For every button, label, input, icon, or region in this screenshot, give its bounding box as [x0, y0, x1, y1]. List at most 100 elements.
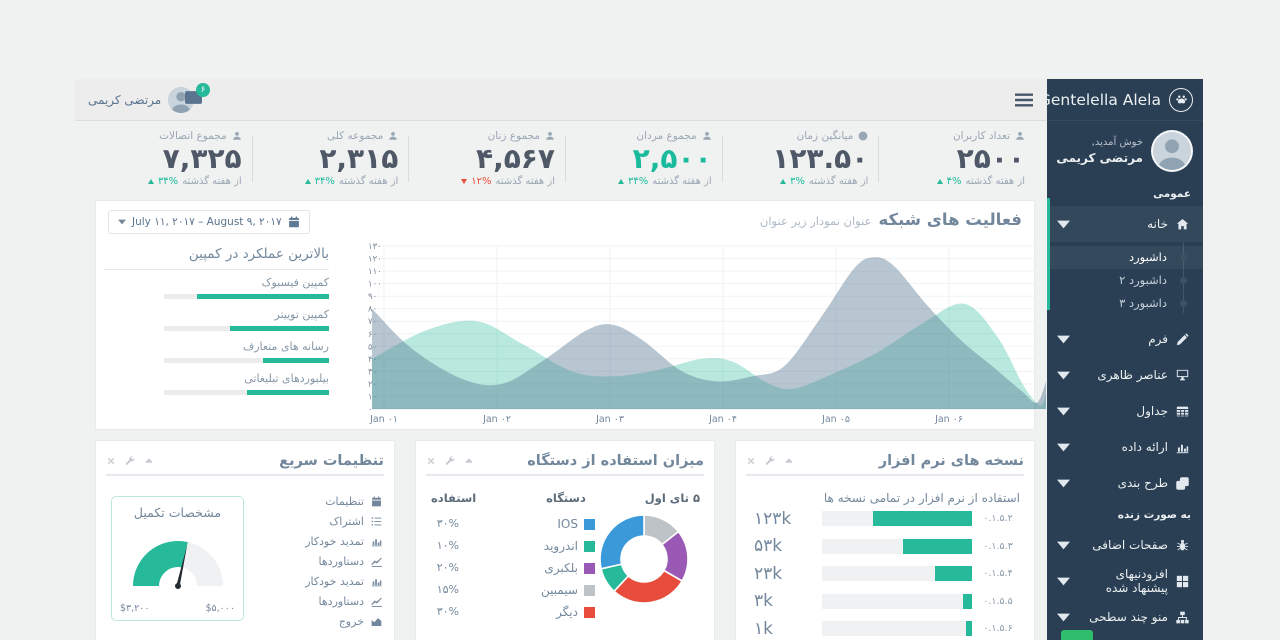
device-row: سیمبین [541, 579, 595, 601]
user-icon [702, 131, 712, 141]
settings-wrench-icon[interactable] [765, 455, 775, 466]
sidebar-item[interactable]: فرم [1047, 321, 1203, 357]
version-progress-fill [934, 566, 972, 582]
device-usage-value: ۳۰% [436, 517, 459, 530]
column-header-usage: استفاده [431, 491, 477, 505]
quick-settings-panel: تنظیمات سریع تنظیمات اشتراک تمدید خودکار دس… [95, 440, 395, 640]
svg-text:۹۰: ۹۰ [368, 292, 377, 302]
svg-text:۱۰۰: ۱۰۰ [368, 280, 382, 290]
quick-settings-item[interactable]: تنظیمات [305, 491, 382, 511]
panel-title: تنظیمات سریع [279, 452, 384, 469]
list-icon [371, 516, 382, 527]
svg-text:Jan ۰۱: Jan ۰۱ [369, 414, 398, 425]
version-value: ۳k [754, 591, 774, 612]
quick-settings-item[interactable]: دستاوردها [305, 591, 382, 611]
quick-settings-item[interactable]: دستاوردها [305, 551, 382, 571]
chevron-down-icon [1057, 405, 1070, 418]
version-progress-fill [873, 511, 972, 527]
device-name: IOS [557, 517, 578, 531]
collapse-icon[interactable] [144, 456, 154, 466]
messages-button[interactable]: ۶ [185, 83, 211, 111]
brand-title: Gentelella Alela! [1032, 90, 1161, 109]
chevron-down-icon [1057, 539, 1070, 552]
version-progress-fill [966, 621, 972, 637]
sidebar-menu: عمومی خانه داشبورد داشبورد ۲ داشبورد ۳ فرم عنا… [1047, 180, 1203, 635]
quick-settings-item[interactable]: خروج [305, 611, 382, 631]
settings-wrench-icon[interactable] [125, 455, 135, 466]
stat-note-text: از هفته گذشته [652, 176, 712, 187]
sidebar-item[interactable]: صفحات اضافی [1047, 527, 1203, 563]
stat-tile: میانگین زمان ۱۲۳.۵۰ از هفته گذشته ۳% [721, 124, 879, 194]
quick-settings-label: اشتراک [329, 514, 364, 528]
sidebar-item[interactable]: ارائه داده [1047, 429, 1203, 465]
svg-text:Jan ۰۲: Jan ۰۲ [482, 414, 511, 425]
device-row: اندروید [541, 535, 595, 557]
sidebar-subitem[interactable]: داشبورد ۲ [1047, 269, 1203, 292]
caret-up-icon [780, 179, 786, 184]
sidebar-item-label: فرم [1148, 332, 1168, 346]
gauge-svg [133, 541, 223, 589]
sidebar-toggle-button[interactable] [1015, 91, 1033, 109]
stat-value: ۱۲۳.۵۰ [772, 142, 869, 175]
donut-svg [599, 514, 689, 604]
sidebar-item[interactable]: جداول [1047, 393, 1203, 429]
quick-settings-item[interactable]: تمدید خودکار [305, 571, 382, 591]
stat-tile: مجموع مردان ۲,۵۰۰ از هفته گذشته ۳۴% [564, 124, 722, 194]
stat-note-text: از هفته گذشته [495, 176, 555, 187]
stat-delta: ۳۴% [314, 176, 335, 187]
legend-swatch [584, 562, 595, 574]
settings-wrench-icon[interactable] [445, 455, 455, 466]
app-versions-panel: نسخه های نرم افزار استفاده از نرم افزار … [735, 440, 1035, 640]
sidebar-item[interactable]: عناصر ظاهری [1047, 357, 1203, 393]
quick-settings-item[interactable]: اشتراک [305, 511, 382, 531]
stat-label-text: مجموعه کلی [326, 130, 384, 142]
panel-subtitle: استفاده از نرم افزار در تمامی نسخه ها [823, 491, 1020, 505]
svg-text:Jan ۰۶: Jan ۰۶ [934, 414, 963, 425]
caret-up-icon [617, 179, 624, 184]
user-menu[interactable]: مرتضی کریمی [81, 87, 195, 113]
user-icon [545, 131, 555, 141]
gauge-chart [123, 529, 233, 593]
stat-delta-note: از هفته گذشته ۳۴% [101, 176, 242, 187]
column-header-device: دستگاه [546, 491, 586, 505]
svg-text:Jan ۰۵: Jan ۰۵ [821, 414, 850, 425]
chevron-down-icon [1057, 218, 1070, 231]
sidebar-subitem[interactable]: داشبورد [1047, 246, 1203, 269]
sidebar-item[interactable]: طرح بندی [1047, 465, 1203, 501]
panel-title: فعالیت های شبکه [878, 210, 1022, 229]
area-chart-svg: ۰۱۰۲۰۳۰۴۰۵۰۶۰۷۰۸۰۹۰۱۰۰۱۱۰۱۲۰۱۳۰Jan ۰۱Jan… [368, 242, 1046, 425]
column-header-top5: ۵ تای اول [644, 491, 700, 505]
sidebar-user-name: مرتضی کریمی [1056, 151, 1143, 165]
device-usage-value: ۱۵% [436, 583, 459, 596]
sidebar-item[interactable]: افزودنیهای پیشنهاد شده [1047, 563, 1203, 599]
date-range-picker[interactable]: July ۱۱, ۲۰۱۷ – August ۹, ۲۰۱۷ [108, 210, 310, 234]
campaign-item: کمپین توییتر [104, 308, 329, 331]
stat-delta: ۳% [790, 176, 805, 187]
collapse-icon[interactable] [464, 456, 474, 466]
close-icon[interactable] [106, 456, 116, 466]
sidebar-subitem[interactable]: داشبورد ۳ [1047, 292, 1203, 315]
quick-settings-label: خروج [338, 614, 364, 628]
top-nav-user-name: مرتضی کریمی [88, 93, 162, 107]
stat-tile-label: مجموعه کلی [258, 130, 399, 142]
sidebar-item[interactable]: خانه [1047, 206, 1203, 242]
bar-chart-icon [371, 576, 382, 587]
stat-value: ۴,۵۶۷ [475, 142, 555, 175]
quick-settings-item[interactable]: تمدید خودکار [305, 531, 382, 551]
campaign-item: بیلبوردهای تبلیغاتی [104, 372, 329, 395]
quick-settings-label: تمدید خودکار [305, 574, 364, 588]
collapse-icon[interactable] [784, 456, 794, 466]
campaign-item: رسانه های متعارف [104, 340, 329, 363]
stat-tile-label: مجموع زنان [414, 130, 555, 142]
bar-chart-icon [371, 536, 382, 547]
stat-tiles: تعداد کاربران ۲۵۰۰ از هفته گذشته ۴% میانگین … [95, 124, 1035, 194]
line-chart-icon [371, 556, 382, 567]
brand[interactable]: Gentelella Alela! [1033, 79, 1203, 121]
sidebar-item-label: خانه [1147, 217, 1168, 231]
close-icon[interactable] [426, 456, 436, 466]
campaign-label: کمپین توییتر [274, 308, 329, 321]
close-icon[interactable] [746, 456, 756, 466]
version-progress-track [822, 538, 972, 554]
stat-label-text: مجموع زنان [487, 130, 540, 142]
device-row: IOS [541, 513, 595, 535]
